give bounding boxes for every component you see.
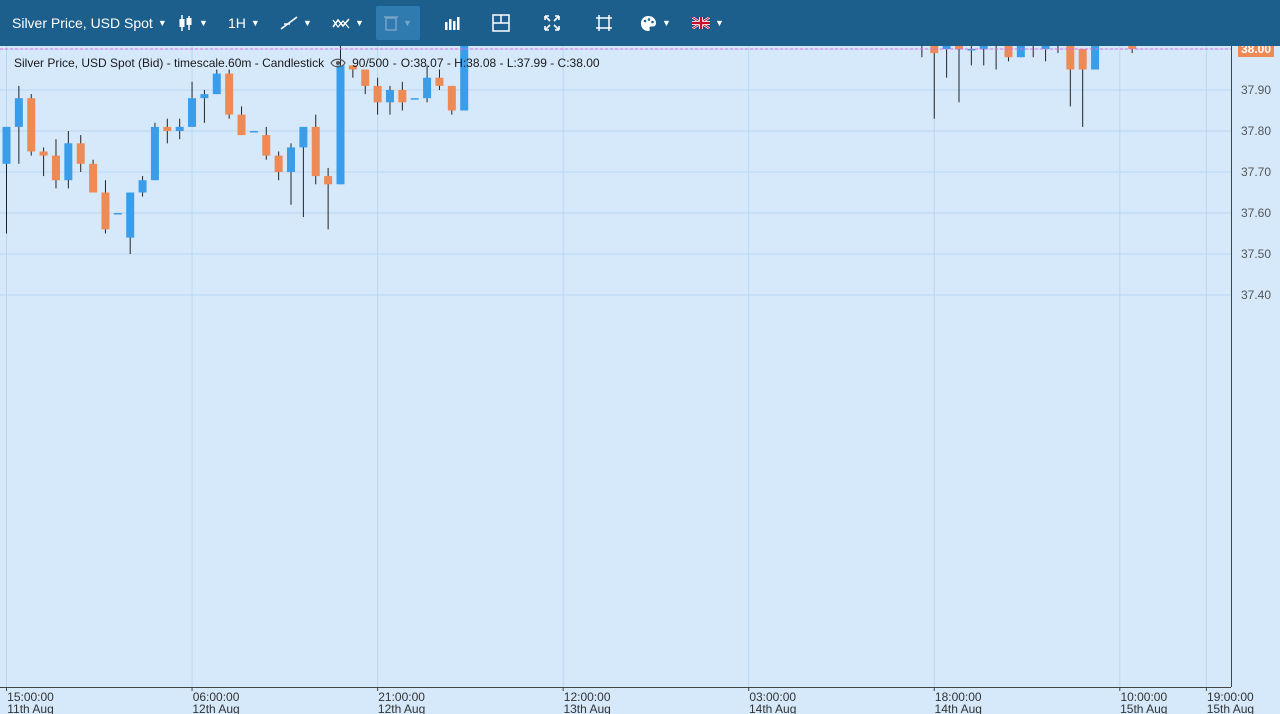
candle-body-down xyxy=(373,85,382,103)
candle-body-down xyxy=(398,90,407,103)
candle-body-up xyxy=(14,98,23,127)
trash-icon xyxy=(384,16,399,31)
chart-legend: Silver Price, USD Spot (Bid) - timescale… xyxy=(14,56,600,70)
toolbar: Silver Price, USD Spot ▼ ▼ 1H ▼ ▼ ▼ ▼ ▼ … xyxy=(0,0,1280,46)
candle-body-down xyxy=(262,135,271,156)
x-tick-date: 11th Aug xyxy=(7,702,54,714)
candle-body-up xyxy=(188,98,197,127)
candle-body-down xyxy=(324,176,333,185)
candle-body-up xyxy=(385,90,394,103)
fullscreen-button[interactable] xyxy=(542,6,562,40)
candle-body-up xyxy=(64,143,73,181)
x-tick-date: 12th Aug xyxy=(192,702,239,714)
candle-body-up xyxy=(336,65,345,185)
timeframe-label: 1H xyxy=(228,15,246,31)
candle-body-down xyxy=(311,126,320,177)
expand-icon xyxy=(544,15,560,31)
candle-body-down xyxy=(1004,46,1013,58)
volume-button[interactable] xyxy=(440,6,464,40)
uk-flag-icon xyxy=(692,17,710,29)
candle-body-down xyxy=(274,155,283,172)
x-tick-date: 13th Aug xyxy=(563,702,610,714)
candle-body-up xyxy=(1016,46,1025,58)
indicators-button[interactable]: ▼ xyxy=(326,6,370,40)
theme-button[interactable]: ▼ xyxy=(636,6,675,40)
y-tick-label: 37.60 xyxy=(1241,206,1271,220)
y-tick-label: 37.70 xyxy=(1241,165,1271,179)
candle-body-down xyxy=(27,98,36,152)
layout-button[interactable] xyxy=(490,6,512,40)
chevron-down-icon: ▼ xyxy=(199,18,208,28)
layout-grid-icon xyxy=(492,14,510,32)
bar-counter: 90/500 xyxy=(352,56,389,70)
candle-body-up xyxy=(126,192,135,238)
chart-area[interactable]: 37.4037.5037.6037.7037.8037.9038.0038.10… xyxy=(0,46,1280,714)
candle-body-up xyxy=(423,77,432,99)
candle-body-up xyxy=(410,98,419,100)
chevron-down-icon: ▼ xyxy=(662,18,671,28)
drawing-tools-button[interactable]: ▼ xyxy=(274,6,318,40)
instrument-label: Silver Price, USD Spot xyxy=(12,15,153,31)
x-tick-date: 14th Aug xyxy=(749,702,796,714)
candle-body-up xyxy=(249,131,258,133)
chart-title: Silver Price, USD Spot (Bid) - timescale… xyxy=(14,56,325,70)
instrument-selector[interactable]: Silver Price, USD Spot ▼ xyxy=(4,6,175,40)
chevron-down-icon: ▼ xyxy=(403,18,412,28)
crop-button[interactable] xyxy=(593,6,615,40)
chevron-down-icon: ▼ xyxy=(303,18,312,28)
y-tick-label: 37.80 xyxy=(1241,124,1271,138)
candle-body-down xyxy=(435,77,444,86)
candle-body-down xyxy=(1066,46,1075,70)
crop-icon xyxy=(596,15,612,31)
language-selector[interactable]: ▼ xyxy=(688,6,728,40)
candle-body-down xyxy=(101,192,110,230)
candle-body-down xyxy=(89,163,98,193)
y-tick-label: 37.50 xyxy=(1241,247,1271,261)
candle-body-up xyxy=(175,126,184,131)
candle-body-down xyxy=(447,85,456,111)
separator: - xyxy=(392,56,397,70)
x-tick-date: 15th Aug xyxy=(1120,702,1167,714)
delete-drawing-button[interactable]: ▼ xyxy=(376,6,420,40)
candle-body-up xyxy=(287,147,296,172)
candle-body-down xyxy=(39,151,48,156)
chevron-down-icon: ▼ xyxy=(355,18,364,28)
chevron-down-icon: ▼ xyxy=(250,18,260,28)
indicator-icon xyxy=(332,18,350,29)
x-tick-date: 15th Aug xyxy=(1207,702,1254,714)
trendline-icon xyxy=(280,16,298,30)
ohlc-values: O:38.07 - H:38.08 - L:37.99 - C:38.00 xyxy=(400,56,600,70)
candle-body-up xyxy=(212,73,221,95)
candle-body-down xyxy=(237,114,246,136)
candle-body-up xyxy=(200,94,209,99)
candle-body-down xyxy=(225,73,234,115)
candle-body-down xyxy=(1078,49,1087,70)
candle-body-up xyxy=(138,180,147,193)
y-tick-label: 37.40 xyxy=(1241,288,1271,302)
candle-body-up xyxy=(113,213,122,215)
chart-type-button[interactable]: ▼ xyxy=(172,6,214,40)
chevron-down-icon: ▼ xyxy=(157,18,167,28)
candle-body-up xyxy=(2,126,11,164)
x-tick-date: 14th Aug xyxy=(935,702,982,714)
candlestick-chart[interactable]: 37.4037.5037.6037.7037.8037.9038.0038.10… xyxy=(0,46,1280,714)
candle-body-down xyxy=(51,155,60,181)
candle-body-down xyxy=(76,143,85,164)
candle-body-up xyxy=(150,126,159,181)
candlestick-icon xyxy=(179,15,192,31)
y-tick-label: 37.90 xyxy=(1241,83,1271,97)
bar-chart-icon xyxy=(445,17,460,30)
timeframe-selector[interactable]: 1H ▼ xyxy=(222,6,266,40)
candle-body-up xyxy=(299,126,308,148)
candle-body-down xyxy=(163,126,172,131)
palette-icon xyxy=(641,15,656,31)
chevron-down-icon: ▼ xyxy=(715,18,724,28)
candle-body-down xyxy=(930,46,939,54)
eye-icon[interactable] xyxy=(330,58,346,68)
x-tick-date: 12th Aug xyxy=(378,702,425,714)
candle-body-up xyxy=(1091,46,1100,70)
candle-body-down xyxy=(361,69,370,86)
current-price-label: 38.00 xyxy=(1241,46,1271,56)
